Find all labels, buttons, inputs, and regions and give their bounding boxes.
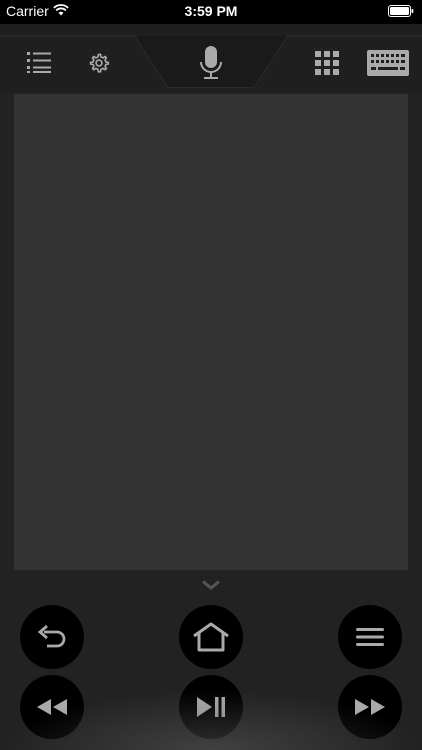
toolbar [0, 24, 422, 92]
bottom-glow [0, 690, 422, 750]
gear-icon [89, 53, 110, 73]
battery-icon [388, 5, 414, 17]
keyboard-icon [367, 50, 409, 76]
collapse-button[interactable] [199, 578, 223, 592]
back-arrow-icon [37, 624, 66, 648]
list-button[interactable] [22, 46, 56, 78]
hamburger-icon [356, 628, 384, 646]
menu-button[interactable] [338, 605, 402, 669]
clock: 3:59 PM [184, 3, 238, 19]
voice-button[interactable] [194, 44, 228, 82]
numpad-button[interactable] [312, 48, 342, 78]
home-icon [193, 622, 229, 652]
settings-button[interactable] [84, 48, 114, 78]
keyboard-button[interactable] [364, 48, 412, 78]
back-button[interactable] [20, 605, 84, 669]
touchpad-area[interactable] [14, 94, 408, 570]
status-bar: Carrier 3:59 PM [0, 0, 422, 24]
grid-icon [315, 51, 339, 75]
microphone-icon [200, 46, 222, 79]
chevron-down-icon [202, 580, 220, 590]
home-button[interactable] [179, 605, 243, 669]
list-icon [27, 52, 51, 73]
